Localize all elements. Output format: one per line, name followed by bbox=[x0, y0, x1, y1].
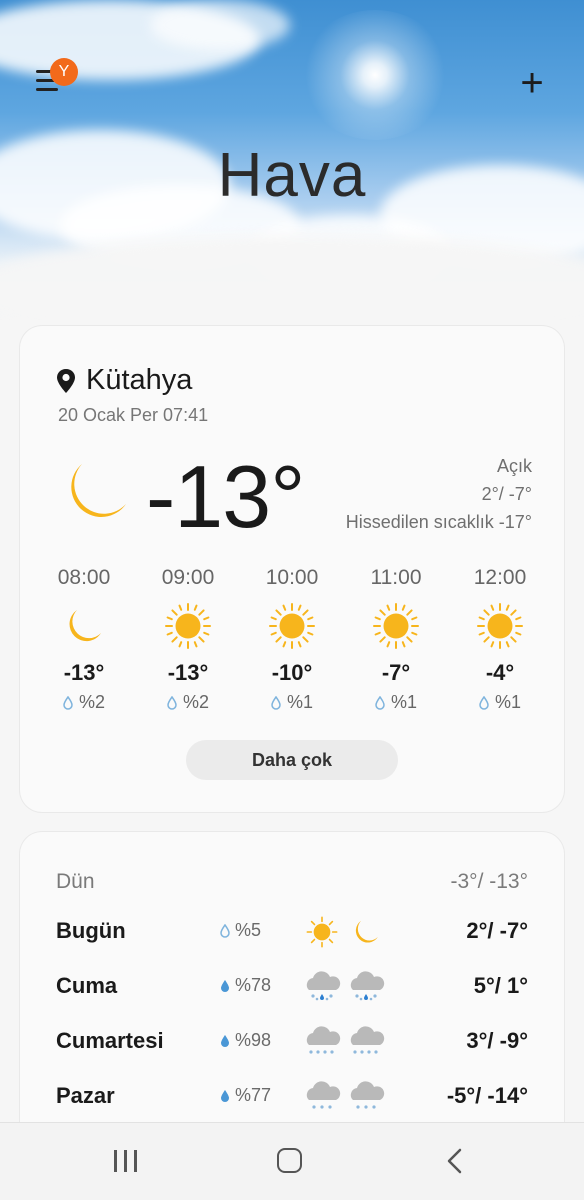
location-row: Kütahya bbox=[56, 364, 192, 397]
day-temps: 3°/ -9° bbox=[466, 1028, 528, 1053]
hour-time: 11:00 bbox=[370, 566, 422, 589]
raindrop-icon bbox=[167, 695, 177, 710]
moon-icon bbox=[355, 920, 378, 943]
yesterday-label: Dün bbox=[56, 870, 95, 893]
high-low-temp: 2°/ -7° bbox=[481, 484, 532, 504]
day-precip-value: %5 bbox=[235, 920, 262, 940]
city-name: Kütahya bbox=[86, 364, 193, 396]
hourly-item: 12:00 -4° %1 bbox=[450, 566, 550, 713]
day-precip-value: %77 bbox=[235, 1085, 272, 1105]
system-navigation-bar bbox=[0, 1122, 584, 1200]
day-name: Bugün bbox=[56, 918, 126, 943]
day-precip: %98 bbox=[220, 1030, 271, 1051]
add-location-button[interactable]: + bbox=[515, 63, 549, 103]
moon-icon bbox=[71, 464, 126, 517]
hourly-item: 11:00 -7° %1 bbox=[346, 566, 446, 713]
hour-precip: %1 bbox=[450, 692, 550, 713]
cloud-sleet-icon bbox=[350, 971, 385, 1001]
day-temps: -5°/ -14° bbox=[446, 1083, 528, 1108]
moon-icon bbox=[69, 610, 101, 642]
sun-icon bbox=[269, 603, 315, 649]
raindrop-filled-icon bbox=[221, 1034, 229, 1047]
hourly-item: 08:00 -13° %2 bbox=[34, 566, 134, 713]
cloud-sleet-icon bbox=[306, 971, 341, 1001]
daily-forecast-card[interactable]: Dün -3°/ -13° Bugün %5 2°/ -7° Cuma %78 … bbox=[20, 832, 564, 1132]
hour-precip-value: %2 bbox=[78, 692, 105, 712]
recents-button[interactable] bbox=[114, 1150, 138, 1172]
day-temps: 5°/ 1° bbox=[473, 973, 528, 998]
daily-row[interactable]: Pazar %77 -5°/ -14° bbox=[56, 1077, 528, 1117]
yesterday-row: Dün -3°/ -13° bbox=[56, 870, 528, 894]
feels-like-temp: Hissedilen sıcaklık -17° bbox=[345, 512, 532, 532]
cloud-snow-icon bbox=[350, 1081, 385, 1109]
yesterday-temps: -3°/ -13° bbox=[450, 870, 529, 893]
sun-icon bbox=[306, 916, 338, 948]
daily-row[interactable]: Cuma %78 5°/ 1° bbox=[56, 967, 528, 1007]
cloud-snow-icon bbox=[350, 1026, 385, 1054]
location-pin-icon bbox=[57, 368, 75, 393]
hour-precip-value: %1 bbox=[494, 692, 521, 712]
sun-icon bbox=[373, 603, 419, 649]
hourly-item: 10:00 -10° %1 bbox=[242, 566, 342, 713]
day-precip: %78 bbox=[220, 975, 271, 996]
hour-time: 12:00 bbox=[473, 566, 527, 589]
cloud-snow-icon bbox=[306, 1026, 341, 1054]
hour-temperature: -7° bbox=[381, 660, 411, 685]
hour-temperature: -13° bbox=[167, 660, 209, 685]
sun-icon bbox=[477, 603, 523, 649]
hour-precip: %2 bbox=[138, 692, 238, 713]
cloud-snow-icon bbox=[306, 1081, 341, 1109]
hour-temperature: -10° bbox=[271, 660, 313, 685]
current-temperature: -13° bbox=[146, 447, 305, 546]
sun-icon bbox=[165, 603, 211, 649]
hour-precip-value: %1 bbox=[390, 692, 417, 712]
day-precip-value: %98 bbox=[235, 1030, 272, 1050]
day-name: Cumartesi bbox=[56, 1028, 164, 1053]
day-precip: %77 bbox=[220, 1085, 271, 1106]
home-button[interactable] bbox=[277, 1148, 302, 1173]
app-title: Hava bbox=[217, 141, 367, 210]
hourly-item: 09:00 -13° %2 bbox=[138, 566, 238, 713]
hour-time: 10:00 bbox=[265, 566, 319, 589]
condition-text: Açık bbox=[496, 456, 532, 476]
hour-precip: %1 bbox=[242, 692, 342, 713]
day-precip: %5 bbox=[220, 920, 261, 941]
daily-row[interactable]: Bugün %5 2°/ -7° bbox=[56, 912, 528, 952]
hourly-forecast: 08:00 -13° %2 09:00 -13° %2 10:00 -10° %… bbox=[34, 566, 550, 713]
raindrop-icon bbox=[63, 695, 73, 710]
day-name: Cuma bbox=[56, 973, 118, 998]
hour-precip-value: %1 bbox=[286, 692, 313, 712]
current-weather-card[interactable]: Kütahya 20 Ocak Per 07:41 -13° Açık 2°/ … bbox=[20, 326, 564, 812]
raindrop-icon bbox=[271, 695, 281, 710]
day-temps: 2°/ -7° bbox=[466, 918, 528, 943]
day-precip-value: %78 bbox=[235, 975, 272, 995]
current-datetime: 20 Ocak Per 07:41 bbox=[58, 405, 209, 425]
raindrop-icon bbox=[479, 695, 489, 710]
hour-precip-value: %2 bbox=[182, 692, 209, 712]
more-button[interactable]: Daha çok bbox=[186, 740, 398, 780]
daily-row[interactable]: Cumartesi %98 3°/ -9° bbox=[56, 1022, 528, 1062]
raindrop-filled-icon bbox=[221, 1089, 229, 1102]
hour-temperature: -4° bbox=[485, 660, 515, 685]
raindrop-icon bbox=[220, 923, 230, 938]
account-badge[interactable]: Y bbox=[50, 58, 78, 86]
hour-precip: %1 bbox=[346, 692, 446, 713]
back-icon[interactable] bbox=[444, 1147, 468, 1175]
sun-glare bbox=[300, 10, 450, 140]
hour-time: 09:00 bbox=[161, 566, 215, 589]
raindrop-filled-icon bbox=[221, 979, 229, 992]
hour-temperature: -13° bbox=[63, 660, 105, 685]
hour-time: 08:00 bbox=[57, 566, 111, 589]
hour-precip: %2 bbox=[34, 692, 134, 713]
day-name: Pazar bbox=[56, 1083, 115, 1108]
raindrop-icon bbox=[375, 695, 385, 710]
